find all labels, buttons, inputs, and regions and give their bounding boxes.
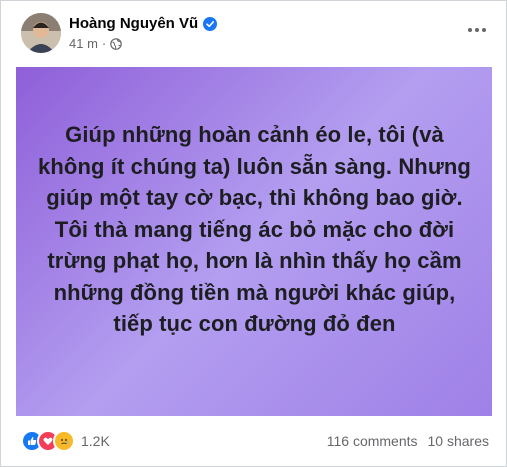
post-header: Hoàng Nguyên Vũ 41 m ·: [11, 9, 496, 57]
more-options-icon[interactable]: [464, 21, 490, 39]
shares-count[interactable]: 10 shares: [428, 433, 489, 449]
separator-dot: ·: [101, 36, 107, 51]
author-name[interactable]: Hoàng Nguyên Vũ: [69, 15, 198, 32]
author-row: Hoàng Nguyên Vũ: [69, 15, 218, 32]
avatar[interactable]: [21, 13, 61, 53]
facebook-post-card: Hoàng Nguyên Vũ 41 m · Giúp những hoàn c…: [0, 0, 507, 467]
post-time[interactable]: 41 m: [69, 36, 98, 51]
post-text: Giúp những hoàn cảnh éo le, tôi (và khôn…: [38, 122, 471, 336]
reactions[interactable]: [21, 430, 75, 452]
verified-badge-icon: [203, 16, 218, 31]
reaction-count[interactable]: 1.2K: [81, 433, 110, 449]
globe-icon: [110, 37, 123, 50]
sad-icon: [53, 430, 75, 452]
comments-count[interactable]: 116 comments: [327, 433, 418, 449]
post-meta: 41 m ·: [69, 36, 123, 51]
post-footer: 1.2K 116 comments 10 shares: [21, 427, 489, 455]
